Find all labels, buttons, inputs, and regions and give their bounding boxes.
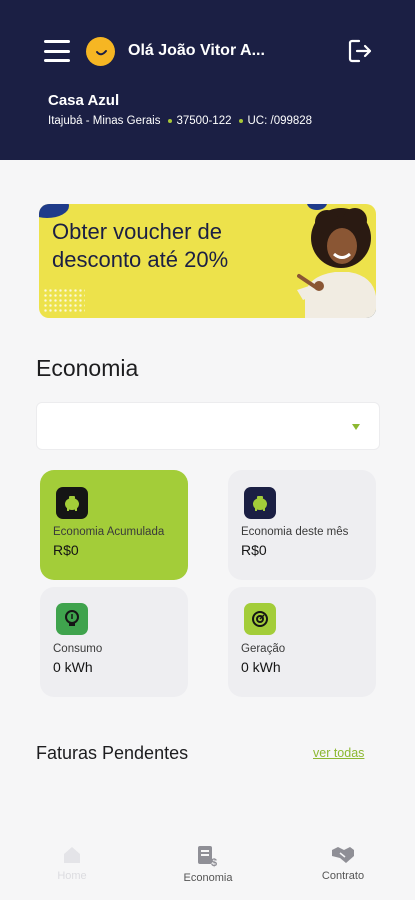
smile-icon: [96, 50, 107, 56]
nav-item-home[interactable]: Home: [27, 844, 117, 892]
card-geracao[interactable]: Geração 0 kWh: [228, 587, 376, 697]
card-consumo[interactable]: Consumo 0 kWh: [40, 587, 188, 697]
invoice-icon: $: [198, 846, 217, 868]
card-label: Economia deste mês: [241, 526, 349, 538]
card-label: Consumo: [53, 643, 103, 655]
logout-icon[interactable]: [346, 37, 374, 65]
nav-label-contrato: Contrato: [321, 870, 365, 882]
decorative-blob: [39, 204, 69, 218]
voucher-banner[interactable]: Obter voucher de desconto até 20%: [39, 204, 376, 318]
ver-todas-link[interactable]: ver todas: [313, 746, 364, 760]
card-economia-mes[interactable]: Economia deste mês R$0: [228, 470, 376, 580]
menu-icon[interactable]: [44, 40, 70, 62]
address-city: Itajubá - Minas Gerais: [48, 115, 161, 127]
property-address: Itajubá - Minas Gerais 37500-122 UC: /09…: [48, 115, 312, 127]
piggy-bank-icon: [244, 487, 276, 519]
section-title-faturas: Faturas Pendentes: [36, 743, 189, 763]
card-value: R$0: [53, 542, 79, 558]
card-value: 0 kWh: [53, 659, 93, 675]
home-icon: [64, 847, 80, 863]
banner-line-2: desconto até 20%: [52, 247, 229, 272]
card-value: R$0: [241, 542, 267, 558]
avatar[interactable]: [86, 37, 115, 66]
svg-text:$: $: [211, 857, 217, 868]
piggy-bank-icon: [56, 487, 88, 519]
separator-dot: [238, 119, 243, 123]
nav-label-economia: Economia: [183, 872, 233, 884]
card-label: Geração: [241, 643, 286, 655]
lightbulb-icon: [56, 603, 88, 635]
handshake-icon: [332, 847, 354, 863]
dot-pattern: [43, 288, 85, 314]
bottom-navigation: Home $ Economia Contrato: [0, 836, 415, 900]
nav-item-economia[interactable]: $ Economia: [163, 844, 253, 892]
banner-headline: Obter voucher de desconto até 20%: [52, 218, 262, 274]
address-cep: 37500-122: [176, 115, 232, 127]
period-select[interactable]: [36, 402, 380, 450]
woman-pointing-image: [297, 208, 376, 318]
app-header: Olá João Vitor A... Casa Azul Itajubá - …: [0, 0, 415, 160]
property-name: Casa Azul: [48, 92, 120, 109]
nav-label-home: Home: [57, 870, 87, 882]
address-uc: UC: /099828: [247, 115, 313, 127]
banner-line-1: Obter voucher de: [52, 219, 222, 244]
card-economia-acumulada[interactable]: Economia Acumulada R$0: [40, 470, 188, 580]
greeting-text: Olá João Vitor A...: [128, 42, 265, 59]
section-title-economia: Economia: [36, 355, 139, 381]
card-value: 0 kWh: [241, 659, 281, 675]
chevron-down-icon: [352, 424, 360, 430]
card-label: Economia Acumulada: [53, 526, 165, 538]
nav-item-contrato[interactable]: Contrato: [298, 844, 388, 892]
solar-gauge-icon: [244, 603, 276, 635]
separator-dot: [167, 119, 172, 123]
